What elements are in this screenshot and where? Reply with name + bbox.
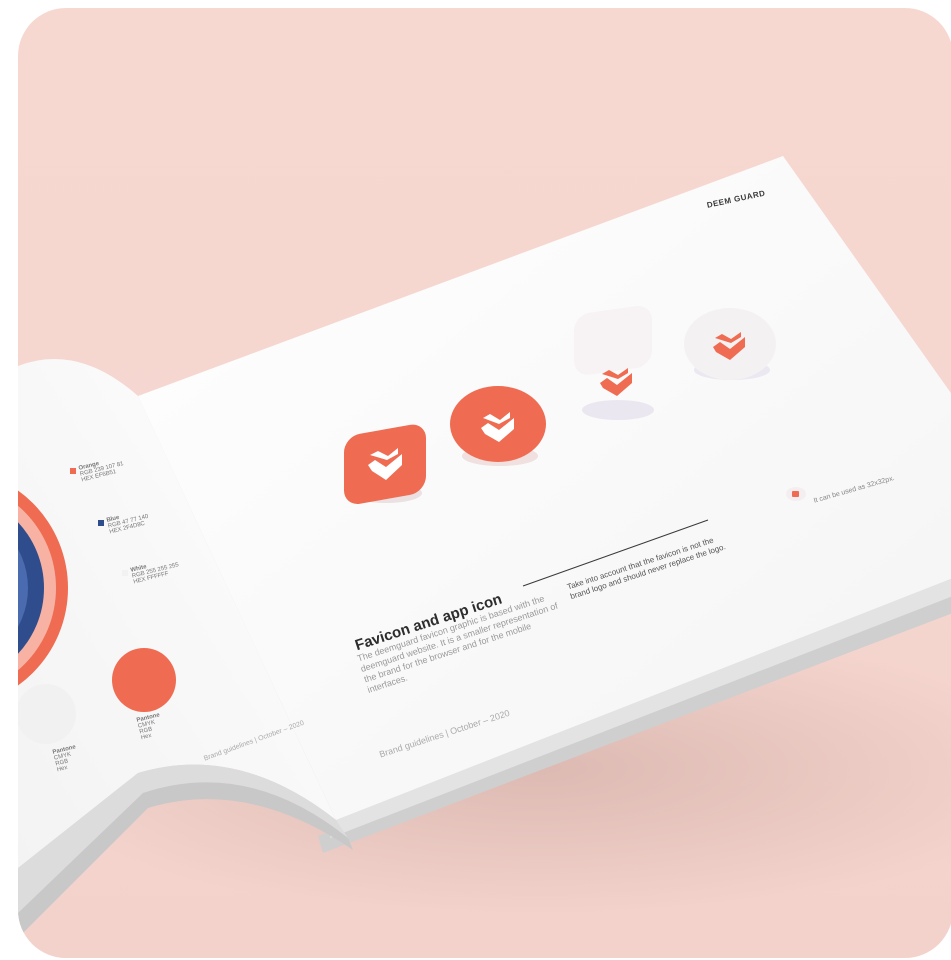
photo-card: DEEM GUARD Favicon and app icon The deem… <box>18 8 951 958</box>
orange-swatch <box>112 648 176 712</box>
favicon-white-circle <box>684 308 776 380</box>
white-swatch <box>18 684 76 744</box>
orange-key <box>70 468 76 474</box>
blue-key <box>98 520 104 526</box>
favicon-orange-circle <box>450 386 546 462</box>
white-key <box>122 570 128 576</box>
book-mockup <box>18 156 951 938</box>
